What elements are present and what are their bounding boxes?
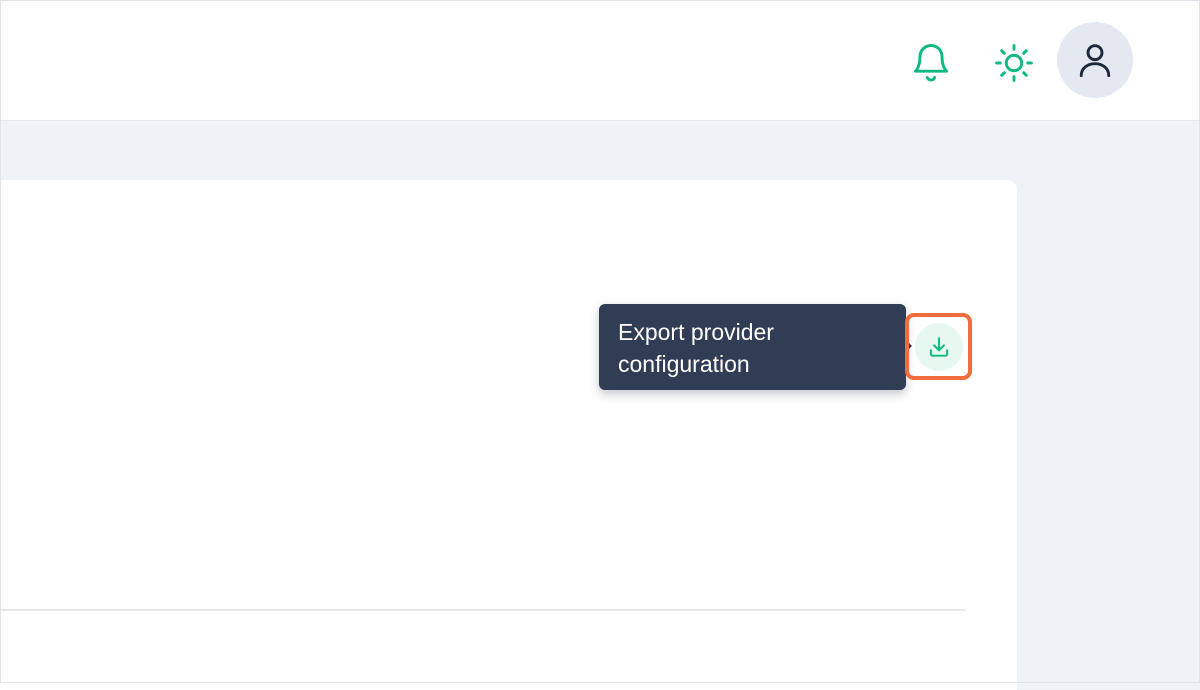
export-tooltip: Export provider configuration	[599, 304, 906, 390]
download-icon	[929, 336, 948, 357]
theme-toggle-button[interactable]	[990, 39, 1038, 87]
main-card	[0, 180, 1017, 690]
top-header	[0, 0, 1200, 121]
bell-icon	[913, 44, 949, 82]
user-avatar-button[interactable]	[1057, 22, 1133, 98]
export-provider-configuration-button[interactable]	[914, 322, 963, 371]
export-button-highlight	[905, 313, 972, 380]
sun-icon	[995, 44, 1033, 82]
card-divider	[0, 609, 965, 611]
notifications-button[interactable]	[906, 37, 956, 87]
user-icon	[1079, 44, 1111, 78]
